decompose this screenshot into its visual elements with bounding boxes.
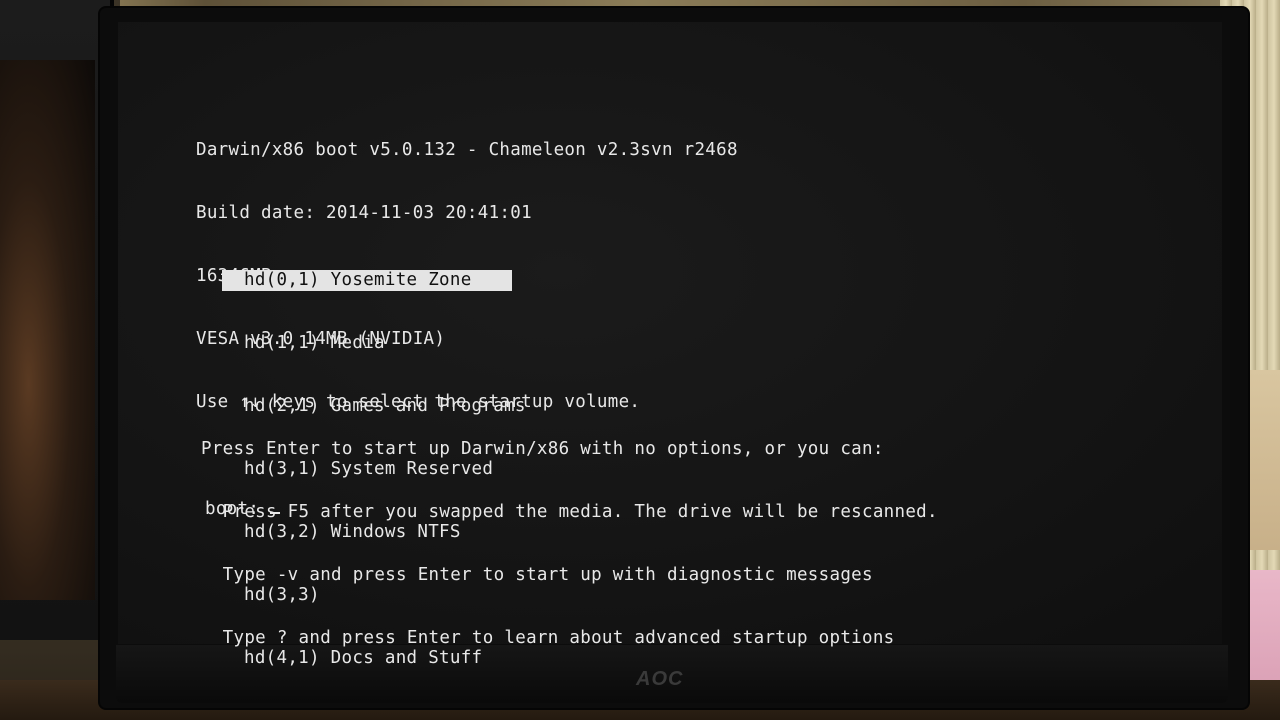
volume-item-yosemite-zone[interactable]: hd(0,1) Yosemite Zone [222, 270, 512, 291]
help-line-f5: Press F5 after you swapped the media. Th… [201, 502, 938, 522]
help-text: Press Enter to start up Darwin/x86 with … [201, 397, 938, 670]
text-cursor [270, 498, 281, 514]
second-monitor [0, 0, 114, 640]
help-line-verbose: Type -v and press Enter to start up with… [201, 565, 873, 585]
help-line-advanced: Type ? and press Enter to learn about ad… [201, 628, 895, 648]
monitor-logo: AOC [636, 668, 684, 690]
volume-item-media[interactable]: hd(1,1) Media [222, 333, 526, 354]
build-date-line: Build date: 2014-11-03 20:41:01 [196, 203, 532, 223]
boot-prompt[interactable]: boot: [205, 498, 281, 520]
version-line: Darwin/x86 boot v5.0.132 - Chameleon v2.… [196, 140, 738, 160]
boot-prompt-label: boot: [205, 499, 260, 519]
second-monitor-glow [0, 60, 95, 600]
help-line-enter: Press Enter to start up Darwin/x86 with … [201, 439, 884, 459]
